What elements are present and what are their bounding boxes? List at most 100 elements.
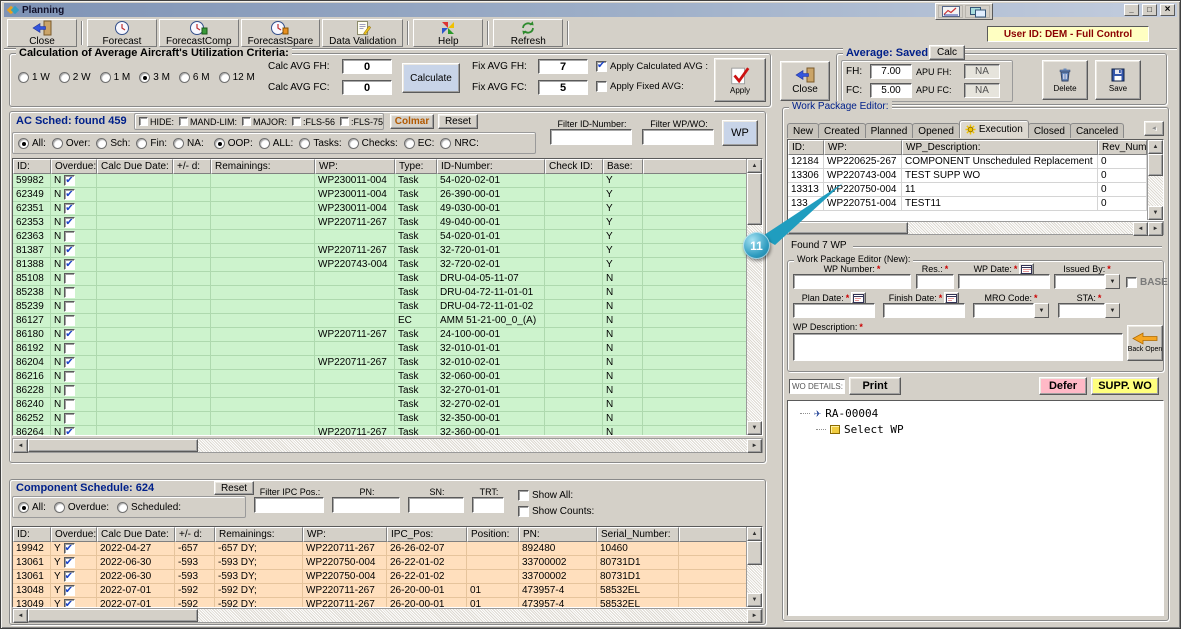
wp-number-input[interactable] — [793, 274, 911, 289]
scroll-thumb[interactable] — [28, 439, 198, 452]
row-checkbox[interactable] — [64, 301, 75, 312]
wp-tab[interactable]: Closed — [1028, 123, 1071, 138]
ac-table-row[interactable]: 86240 N Task 32-270-02-01 N — [13, 398, 748, 412]
row-checkbox[interactable] — [64, 385, 75, 396]
apply-button[interactable]: Apply — [714, 58, 766, 102]
scroll-up-button[interactable] — [1148, 140, 1163, 154]
tab-scroll-button[interactable] — [1144, 121, 1164, 136]
ac-table-row[interactable]: 86252 N Task 32-350-00-01 N — [13, 412, 748, 426]
ac-status-radio[interactable]: All: — [18, 138, 46, 149]
ac-type-radio[interactable]: OOP: — [214, 138, 253, 149]
ac-flag-checkbox[interactable]: :FLS-56 — [292, 117, 335, 127]
row-checkbox[interactable] — [64, 371, 75, 382]
ac-status-radio[interactable]: Over: — [52, 138, 90, 149]
row-checkbox[interactable] — [64, 287, 75, 298]
comp-table-row[interactable]: 13049 Y 2022-07-01 -592 -592 DY; WP22071… — [13, 598, 748, 608]
scroll-left-button[interactable] — [1133, 222, 1148, 236]
column-header[interactable]: Base: — [603, 159, 643, 174]
row-checkbox[interactable] — [64, 175, 75, 186]
period-radio[interactable]: 2 W — [59, 72, 91, 83]
column-header[interactable]: WP: — [303, 527, 387, 542]
column-header[interactable]: Remainings: — [211, 159, 315, 174]
column-header[interactable]: PN: — [519, 527, 597, 542]
row-checkbox[interactable] — [64, 231, 75, 242]
filter-wp-input[interactable] — [642, 129, 714, 145]
ac-status-radio[interactable]: NA: — [173, 138, 204, 149]
scroll-track[interactable] — [1148, 176, 1163, 206]
scroll-track[interactable] — [198, 439, 747, 452]
wo-details-box[interactable]: WO DETAILS: — [789, 379, 845, 394]
avg-calc-button[interactable]: Calc — [929, 45, 965, 60]
ac-table-row[interactable]: 86264 N WP220711-267 Task 32-360-00-01 N — [13, 426, 748, 436]
show-counts-checkbox[interactable]: Show Counts: — [518, 506, 594, 517]
ac-table-row[interactable]: 59982 N WP230011-004 Task 54-020-02-01 Y — [13, 174, 748, 188]
ac-table-row[interactable]: 86192 N Task 32-010-01-01 N — [13, 342, 748, 356]
apply-fixed-checkbox[interactable]: Apply Fixed AVG: — [596, 81, 684, 92]
scroll-up-button[interactable] — [747, 527, 762, 541]
ac-type-radio[interactable]: EC: — [404, 138, 435, 149]
column-header[interactable]: Overdue: — [51, 527, 97, 542]
wp-tab[interactable]: Opened — [912, 123, 960, 138]
plan-date-calendar-button[interactable] — [851, 292, 866, 304]
row-checkbox[interactable] — [64, 189, 75, 200]
column-header[interactable]: ID: — [788, 140, 824, 155]
row-checkbox[interactable] — [64, 329, 75, 340]
row-checkbox[interactable] — [64, 585, 75, 596]
wp-description-textarea[interactable] — [793, 333, 1123, 361]
delete-button[interactable]: Delete — [1042, 60, 1088, 100]
comp-table-row[interactable]: 19942 Y 2022-04-27 -657 -657 DY; WP22071… — [13, 542, 748, 556]
column-header[interactable] — [643, 159, 748, 174]
close-panel-button[interactable]: Close — [780, 61, 830, 101]
forecast-comp-button[interactable]: ForecastComp — [159, 19, 239, 47]
colmar-button[interactable]: Colmar — [390, 114, 434, 129]
column-header[interactable]: IPC_Pos: — [387, 527, 467, 542]
calculate-button[interactable]: Calculate — [402, 63, 460, 93]
ac-table-row[interactable]: 81387 N WP220711-267 Task 32-720-01-01 Y — [13, 244, 748, 258]
row-checkbox[interactable] — [64, 259, 75, 270]
filter-id-input[interactable] — [550, 129, 632, 145]
ac-table-row[interactable]: 86216 N Task 32-060-00-01 N — [13, 370, 748, 384]
comp-filter-radio[interactable]: All: — [18, 502, 46, 513]
row-checkbox[interactable] — [64, 571, 75, 582]
ac-reset-button[interactable]: Reset — [438, 114, 478, 129]
wp-date-input[interactable] — [958, 274, 1050, 289]
column-header[interactable]: Calc Due Date: — [97, 527, 175, 542]
scroll-up-button[interactable] — [747, 159, 762, 173]
period-radio[interactable]: 3 M — [139, 72, 170, 83]
chevron-down-icon[interactable] — [1034, 303, 1049, 318]
finish-date-input[interactable] — [883, 303, 965, 318]
column-header[interactable]: +/- d: — [173, 159, 211, 174]
sn-input[interactable] — [408, 497, 464, 513]
period-radio[interactable]: 1 M — [100, 72, 131, 83]
mro-code-input[interactable] — [973, 303, 1034, 318]
tree-item-aircraft[interactable]: ✈ RA-00004 — [790, 405, 1161, 421]
base-checkbox[interactable]: BASE — [1126, 277, 1168, 288]
chevron-down-icon[interactable] — [1105, 274, 1120, 289]
scroll-right-button[interactable] — [1148, 222, 1163, 236]
column-header[interactable]: ID-Number: — [437, 159, 545, 174]
ac-table-row[interactable]: 62349 N WP230011-004 Task 26-390-00-01 Y — [13, 188, 748, 202]
scroll-thumb[interactable] — [28, 609, 198, 622]
scroll-track[interactable] — [747, 565, 762, 593]
column-header[interactable]: Type: — [395, 159, 437, 174]
column-header[interactable] — [679, 527, 748, 542]
show-all-checkbox[interactable]: Show All: — [518, 490, 573, 501]
help-button[interactable]: Help — [413, 19, 483, 47]
ac-flag-checkbox[interactable]: HIDE: — [139, 117, 174, 127]
row-checkbox[interactable] — [64, 413, 75, 424]
toolbar-close-button[interactable]: Close — [7, 19, 77, 47]
pn-input[interactable] — [332, 497, 400, 513]
period-radio[interactable]: 1 W — [18, 72, 50, 83]
defer-button[interactable]: Defer — [1039, 377, 1087, 395]
ac-table-row[interactable]: 86180 N WP220711-267 Task 24-100-00-01 N — [13, 328, 748, 342]
ac-type-radio[interactable]: Checks: — [348, 138, 398, 149]
period-radio[interactable]: 6 M — [179, 72, 210, 83]
filter-ipc-input[interactable] — [254, 497, 324, 513]
comp-reset-button[interactable]: Reset — [214, 481, 254, 495]
row-checkbox[interactable] — [64, 203, 75, 214]
column-header[interactable]: Remainings: — [215, 527, 303, 542]
sta-combo[interactable] — [1058, 303, 1120, 318]
cascade-windows-button[interactable] — [965, 5, 990, 18]
row-checkbox[interactable] — [64, 217, 75, 228]
scroll-thumb[interactable] — [1148, 154, 1163, 176]
